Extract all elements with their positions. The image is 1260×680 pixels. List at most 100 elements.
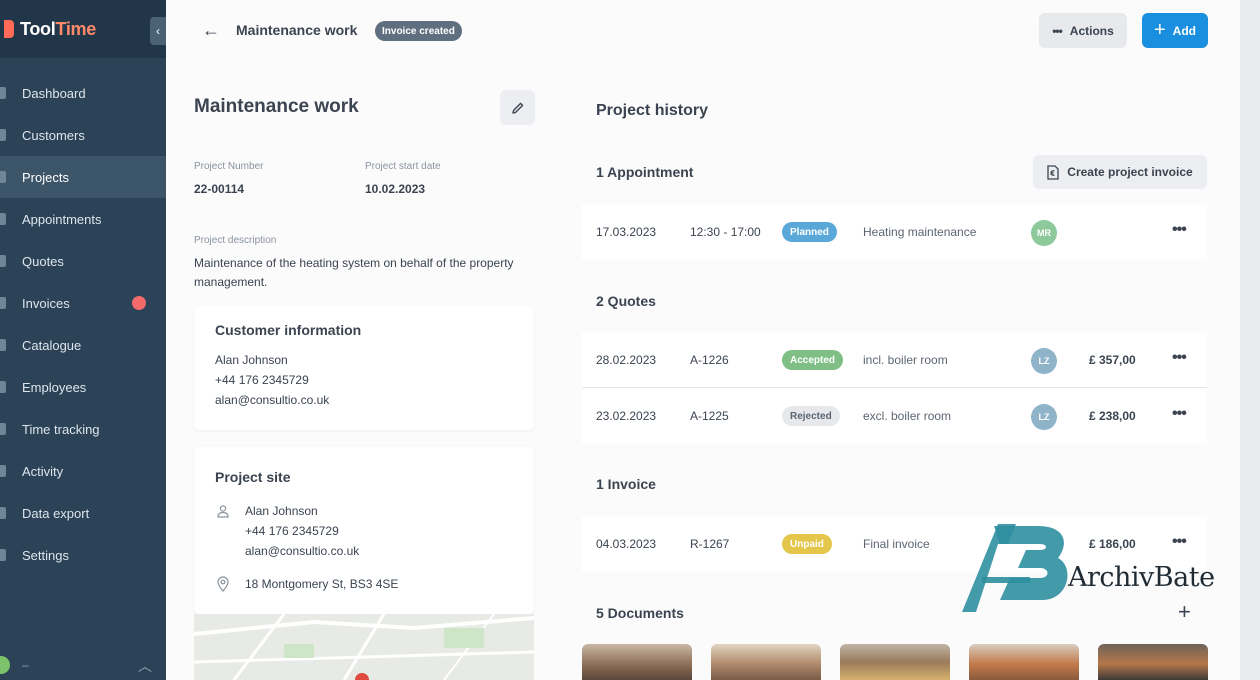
- project-title: Maintenance work: [194, 96, 359, 117]
- export-icon: [0, 507, 6, 519]
- quote-row[interactable]: 28.02.2023 A-1226 Accepted incl. boiler …: [582, 332, 1207, 388]
- sidebar-item-data-export[interactable]: Data export: [0, 492, 166, 534]
- more-dots-icon: •••: [1052, 23, 1063, 38]
- sidebar-item-employees[interactable]: Employees: [0, 366, 166, 408]
- sidebar-item-settings[interactable]: Settings: [0, 534, 166, 576]
- sidebar-item-label: Appointments: [22, 211, 102, 227]
- plus-icon: +: [1153, 18, 1166, 41]
- sidebar-item-projects[interactable]: Projects: [0, 156, 166, 198]
- quote-amount: £ 238,00: [1089, 409, 1136, 423]
- appointment-time: 12:30 - 17:00: [690, 225, 761, 239]
- appointment-date: 17.03.2023: [596, 225, 657, 239]
- more-dots-icon[interactable]: •••: [1172, 349, 1187, 367]
- project-site-map[interactable]: [194, 614, 534, 680]
- document-thumbnail[interactable]: [711, 644, 821, 680]
- customer-info-card: Customer information Alan Johnson +44 17…: [194, 306, 534, 430]
- sidebar-item-appointments[interactable]: Appointments: [0, 198, 166, 240]
- more-dots-icon[interactable]: •••: [1172, 221, 1187, 239]
- customer-info-title: Customer information: [215, 322, 362, 338]
- quote-description: incl. boiler room: [863, 353, 948, 367]
- edit-button[interactable]: [500, 90, 535, 125]
- invoice-document-icon: [1047, 164, 1059, 180]
- document-thumbnail[interactable]: [840, 644, 950, 680]
- customer-phone: +44 176 2345729: [215, 373, 309, 387]
- customer-email-link[interactable]: alan@consultio.co.uk: [215, 393, 329, 407]
- sidebar-item-label: Quotes: [22, 253, 64, 269]
- create-project-invoice-label: Create project invoice: [1067, 165, 1193, 179]
- invoices-icon: [0, 297, 6, 309]
- project-history-title: Project history: [596, 102, 709, 119]
- appointment-row[interactable]: 17.03.2023 12:30 - 17:00 Planned Heating…: [582, 204, 1207, 260]
- actions-button[interactable]: ••• Actions: [1039, 13, 1127, 48]
- status-badge: Accepted: [782, 350, 844, 370]
- sidebar-item-label: Data export: [22, 505, 90, 521]
- appointment-description: Heating maintenance: [863, 225, 977, 239]
- site-contact-phone: +44 176 2345729: [245, 524, 339, 538]
- sidebar-item-label: Employees: [22, 379, 87, 395]
- invoice-date: 04.03.2023: [596, 537, 657, 551]
- dashboard-icon: [0, 87, 6, 99]
- quote-date: 28.02.2023: [596, 353, 657, 367]
- calendar-icon: [0, 213, 6, 225]
- document-thumbnail[interactable]: [969, 644, 1079, 680]
- activity-icon: [0, 465, 6, 477]
- avatar: LZ: [1031, 404, 1057, 430]
- sidebar-item-label: Catalogue: [22, 337, 82, 353]
- employees-icon: [0, 381, 6, 393]
- sidebar-item-invoices[interactable]: Invoices: [0, 282, 166, 324]
- quote-number: A-1226: [690, 353, 729, 367]
- pencil-icon: [511, 102, 523, 114]
- sidebar-item-activity[interactable]: Activity: [0, 450, 166, 492]
- site-contact-name: Alan Johnson: [245, 504, 318, 518]
- more-dots-icon[interactable]: •••: [1172, 405, 1187, 423]
- status-badge: Planned: [782, 222, 837, 242]
- catalogue-icon: [0, 339, 6, 351]
- sidebar-item-customers[interactable]: Customers: [0, 114, 166, 156]
- chevron-up-icon: ︿: [138, 658, 152, 674]
- user-name: –: [22, 658, 29, 672]
- add-label: Add: [1172, 23, 1196, 38]
- app-logo[interactable]: ToolTime: [20, 19, 96, 40]
- status-badge: Unpaid: [782, 534, 832, 554]
- project-start-label: Project start date: [365, 161, 441, 172]
- quote-amount: £ 357,00: [1089, 353, 1136, 367]
- document-thumbnail[interactable]: [582, 644, 692, 680]
- sidebar-collapse-button[interactable]: ‹: [150, 17, 166, 45]
- invoice-number: R-1267: [690, 537, 730, 551]
- projects-icon: [0, 171, 6, 183]
- status-badge: Invoice created: [375, 21, 462, 41]
- sidebar-item-label: Invoices: [22, 295, 70, 311]
- site-address-link[interactable]: 18 Montgomery St, BS3 4SE: [245, 577, 398, 591]
- sidebar-item-label: Projects: [22, 169, 69, 185]
- sidebar-item-label: Settings: [22, 547, 69, 563]
- sidebar-item-time-tracking[interactable]: Time tracking: [0, 408, 166, 450]
- gear-icon: [0, 549, 6, 561]
- actions-label: Actions: [1069, 23, 1114, 38]
- customer-name-link[interactable]: Alan Johnson: [215, 353, 288, 367]
- document-thumbnail[interactable]: [1098, 644, 1208, 680]
- add-button[interactable]: + Add: [1142, 13, 1208, 48]
- sidebar-item-label: Dashboard: [22, 85, 86, 101]
- user-menu[interactable]: – ︿: [0, 650, 166, 680]
- site-contact-email-link[interactable]: alan@consultio.co.uk: [245, 544, 359, 558]
- sidebar-item-dashboard[interactable]: Dashboard: [0, 72, 166, 114]
- create-project-invoice-button[interactable]: Create project invoice: [1033, 155, 1207, 189]
- quote-row[interactable]: 23.02.2023 A-1225 Rejected excl. boiler …: [582, 388, 1207, 444]
- project-number-label: Project Number: [194, 161, 264, 172]
- watermark-logo: [962, 524, 1068, 612]
- sidebar: ToolTime ‹ Dashboard Customers Projects …: [0, 0, 166, 680]
- logo-text-part1: Tool: [20, 18, 56, 39]
- logo-bar: ToolTime ‹: [0, 0, 166, 58]
- documents-section-title: 5 Documents: [596, 605, 684, 621]
- avatar: MR: [1031, 220, 1057, 246]
- invoices-section-title: 1 Invoice: [596, 476, 656, 492]
- chevron-left-icon: ‹: [156, 24, 160, 38]
- sidebar-item-quotes[interactable]: Quotes: [0, 240, 166, 282]
- person-icon: [217, 505, 229, 518]
- sidebar-item-catalogue[interactable]: Catalogue: [0, 324, 166, 366]
- project-description: Maintenance of the heating system on beh…: [194, 256, 514, 289]
- quote-number: A-1225: [690, 409, 729, 423]
- quote-date: 23.02.2023: [596, 409, 657, 423]
- back-arrow-icon[interactable]: ←: [202, 20, 220, 41]
- watermark-text: ArchivBate: [1068, 562, 1215, 593]
